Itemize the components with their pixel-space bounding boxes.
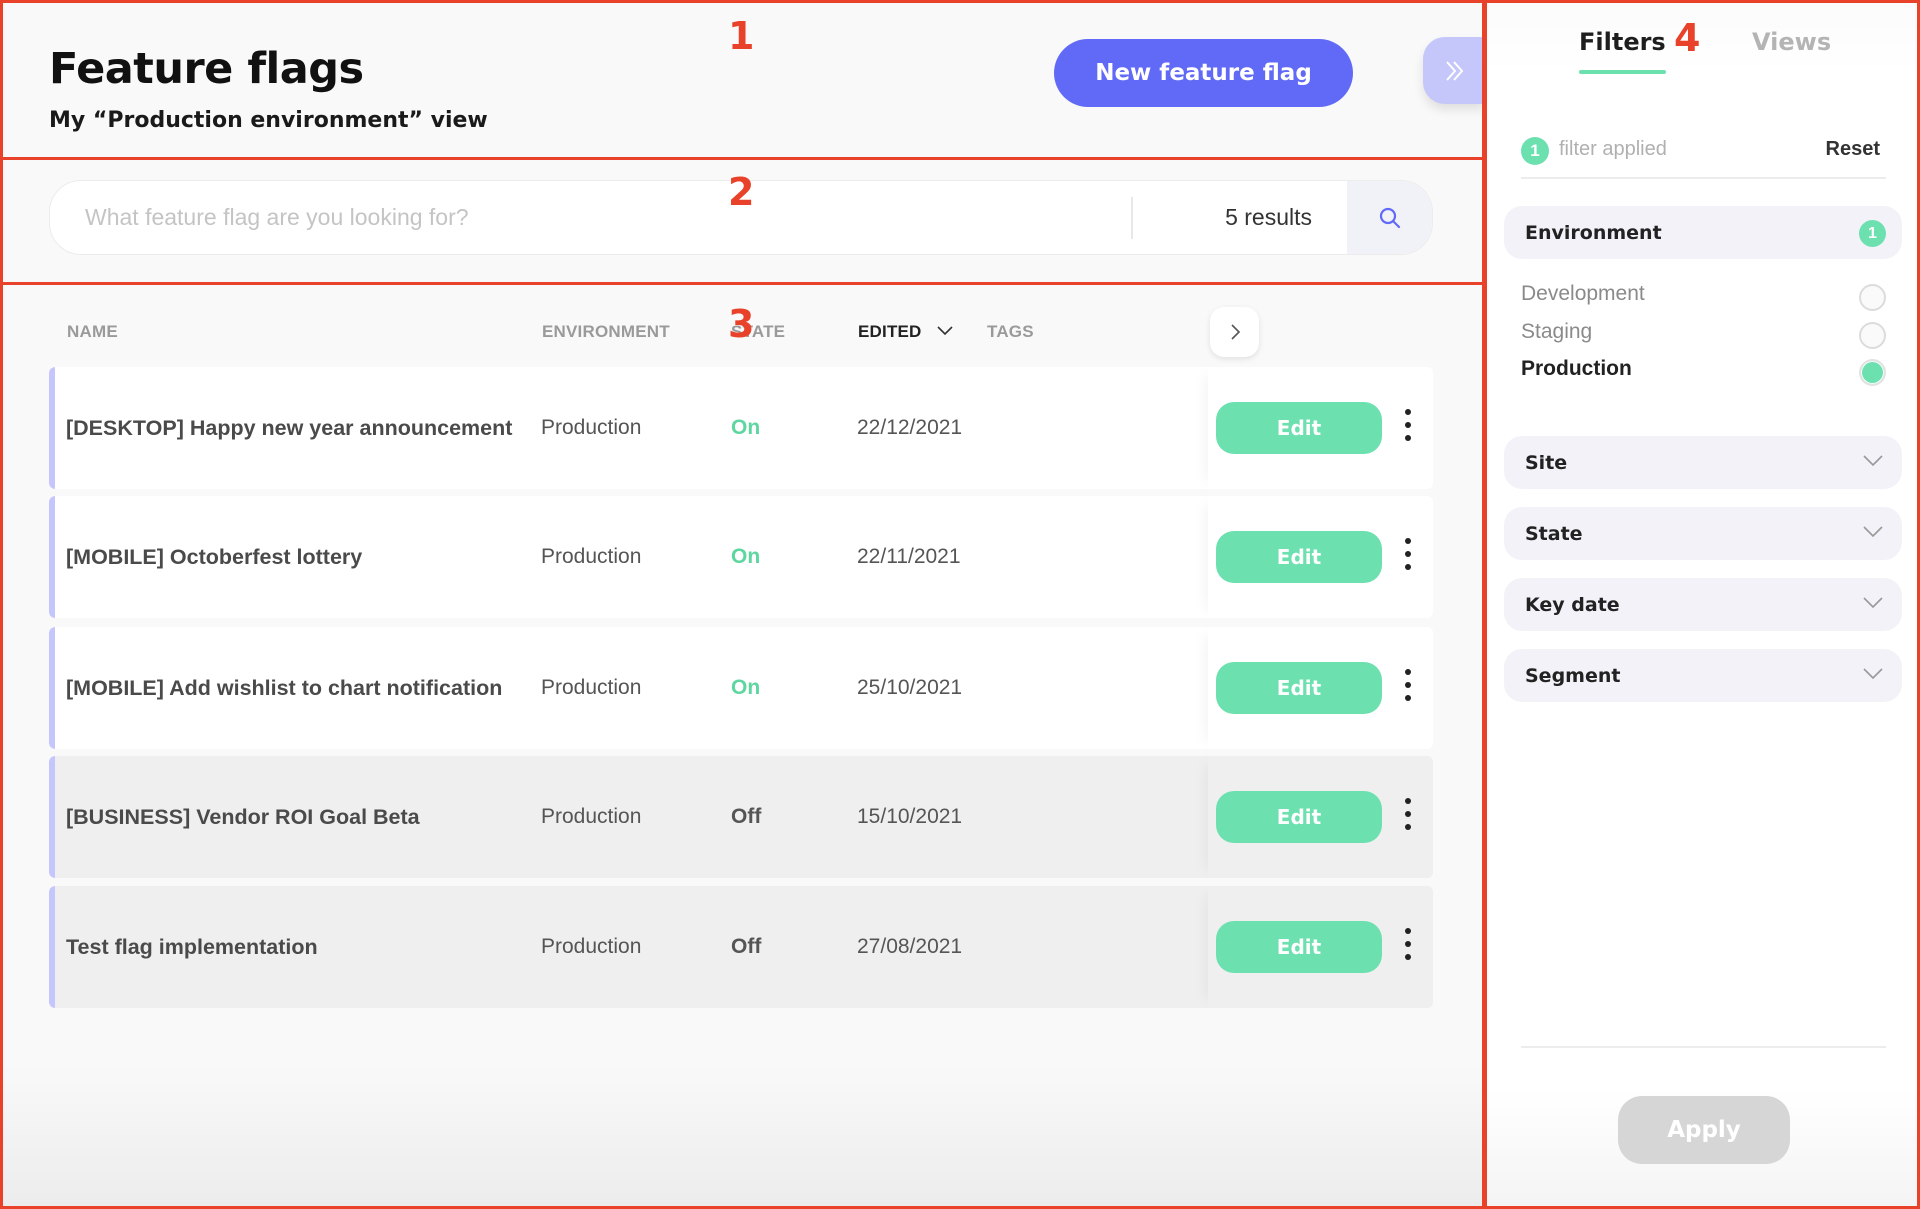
filter-group-segment[interactable]: Segment <box>1504 649 1902 702</box>
edit-button[interactable]: Edit <box>1216 662 1382 714</box>
more-options-icon[interactable] <box>1398 409 1418 441</box>
option-label: Development <box>1521 282 1645 305</box>
results-count: 5 results <box>1225 204 1312 230</box>
row-actions: Edit <box>1208 627 1433 749</box>
tab-filters[interactable]: Filters <box>1579 28 1666 56</box>
filter-group-state[interactable]: State <box>1504 507 1902 560</box>
flag-state: On <box>731 676 761 699</box>
search-input[interactable] <box>50 181 1130 254</box>
column-header-environment[interactable]: ENVIRONMENT <box>542 322 670 342</box>
scroll-columns-right-button[interactable] <box>1210 307 1259 357</box>
flag-state: Off <box>731 935 762 958</box>
filter-group-count-badge: 1 <box>1859 220 1886 247</box>
more-options-icon[interactable] <box>1398 538 1418 570</box>
flag-environment: Production <box>541 676 642 699</box>
chevron-down-icon <box>1863 455 1883 467</box>
edit-button[interactable]: Edit <box>1216 531 1382 583</box>
search-bar: 5 results <box>49 180 1433 255</box>
row-accent-bar <box>49 496 55 618</box>
flag-name[interactable]: Test flag implementation <box>66 886 318 1008</box>
flag-environment: Production <box>541 416 642 439</box>
divider <box>1521 177 1886 179</box>
flag-name[interactable]: [DESKTOP] Happy new year announcement <box>66 367 512 489</box>
flag-edited-date: 22/11/2021 <box>857 545 961 568</box>
more-options-icon[interactable] <box>1398 798 1418 830</box>
flag-edited-date: 15/10/2021 <box>857 805 963 828</box>
filters-panel: Filters Views 1 filter applied Reset Env… <box>1484 0 1920 1209</box>
chevron-right-icon <box>1230 324 1240 340</box>
flag-environment: Production <box>541 545 642 568</box>
radio-button[interactable] <box>1859 322 1886 349</box>
row-accent-bar <box>49 886 55 1008</box>
filter-group-label: Environment <box>1525 221 1662 244</box>
column-header-name[interactable]: NAME <box>67 322 118 342</box>
page-title: Feature flags <box>49 44 364 94</box>
column-header-state[interactable]: STATE <box>731 322 785 342</box>
applied-filter-text: filter applied <box>1559 138 1667 160</box>
edit-button[interactable]: Edit <box>1216 921 1382 973</box>
filter-group-label: State <box>1525 522 1583 545</box>
flag-edited-date: 25/10/2021 <box>857 676 963 699</box>
active-tab-indicator <box>1579 70 1666 74</box>
row-accent-bar <box>49 627 55 749</box>
divider <box>1521 1046 1886 1048</box>
flag-name[interactable]: [MOBILE] Add wishlist to chart notificat… <box>66 627 502 749</box>
flag-environment: Production <box>541 935 642 958</box>
radio-button-selected[interactable] <box>1859 359 1886 386</box>
double-chevron-right-icon <box>1445 60 1463 81</box>
option-label: Production <box>1521 357 1632 380</box>
filter-group-label: Segment <box>1525 664 1621 687</box>
table-row[interactable]: [MOBILE] Add wishlist to chart notificat… <box>49 627 1433 749</box>
flag-name[interactable]: [MOBILE] Octoberfest lottery <box>66 496 362 618</box>
filter-group-key-date[interactable]: Key date <box>1504 578 1902 631</box>
edit-button[interactable]: Edit <box>1216 791 1382 843</box>
search-button[interactable] <box>1347 181 1432 254</box>
table-row[interactable]: [DESKTOP] Happy new year announcement Pr… <box>49 367 1433 489</box>
row-actions: Edit <box>1208 756 1433 878</box>
flag-state: On <box>731 545 761 568</box>
new-feature-flag-button[interactable]: New feature flag <box>1054 39 1353 107</box>
chevron-down-icon <box>1863 668 1883 680</box>
table-row[interactable]: [BUSINESS] Vendor ROI Goal Beta Producti… <box>49 756 1433 878</box>
table-row[interactable]: Test flag implementation Production Off … <box>49 886 1433 1008</box>
filter-option-development[interactable]: Development <box>1521 282 1886 312</box>
column-header-edited[interactable]: EDITED <box>858 322 922 342</box>
page-subtitle: My “Production environment” view <box>49 108 488 133</box>
more-options-icon[interactable] <box>1398 928 1418 960</box>
filter-option-production[interactable]: Production <box>1521 357 1886 387</box>
flag-state: Off <box>731 805 762 828</box>
row-actions: Edit <box>1208 886 1433 1008</box>
tab-views[interactable]: Views <box>1752 28 1831 56</box>
column-header-tags[interactable]: TAGS <box>987 322 1034 342</box>
applied-filter-count-badge: 1 <box>1521 137 1549 165</box>
flag-environment: Production <box>541 805 642 828</box>
filter-group-environment[interactable]: Environment 1 <box>1504 206 1902 259</box>
search-divider <box>1131 197 1133 239</box>
toggle-filters-panel-button[interactable] <box>1423 37 1484 104</box>
main-content: Feature flags My “Production environment… <box>0 0 1484 1209</box>
radio-button[interactable] <box>1859 284 1886 311</box>
row-accent-bar <box>49 367 55 489</box>
filter-group-site[interactable]: Site <box>1504 436 1902 489</box>
reset-filters-button[interactable]: Reset <box>1826 138 1880 161</box>
apply-filters-button[interactable]: Apply <box>1618 1096 1790 1164</box>
chevron-down-icon <box>1863 597 1883 609</box>
chevron-down-icon <box>1863 526 1883 538</box>
flag-edited-date: 27/08/2021 <box>857 935 963 958</box>
more-options-icon[interactable] <box>1398 669 1418 701</box>
flag-state: On <box>731 416 761 439</box>
row-actions: Edit <box>1208 496 1433 618</box>
flag-edited-date: 22/12/2021 <box>857 416 963 439</box>
row-accent-bar <box>49 756 55 878</box>
table-row[interactable]: [MOBILE] Octoberfest lottery Production … <box>49 496 1433 618</box>
filter-group-label: Site <box>1525 451 1568 474</box>
filter-group-label: Key date <box>1525 593 1620 616</box>
sort-chevron-down-icon[interactable] <box>936 324 954 338</box>
edit-button[interactable]: Edit <box>1216 402 1382 454</box>
option-label: Staging <box>1521 320 1593 343</box>
flag-name[interactable]: [BUSINESS] Vendor ROI Goal Beta <box>66 756 420 878</box>
filter-option-staging[interactable]: Staging <box>1521 320 1886 350</box>
row-actions: Edit <box>1208 367 1433 489</box>
search-icon <box>1379 207 1400 228</box>
